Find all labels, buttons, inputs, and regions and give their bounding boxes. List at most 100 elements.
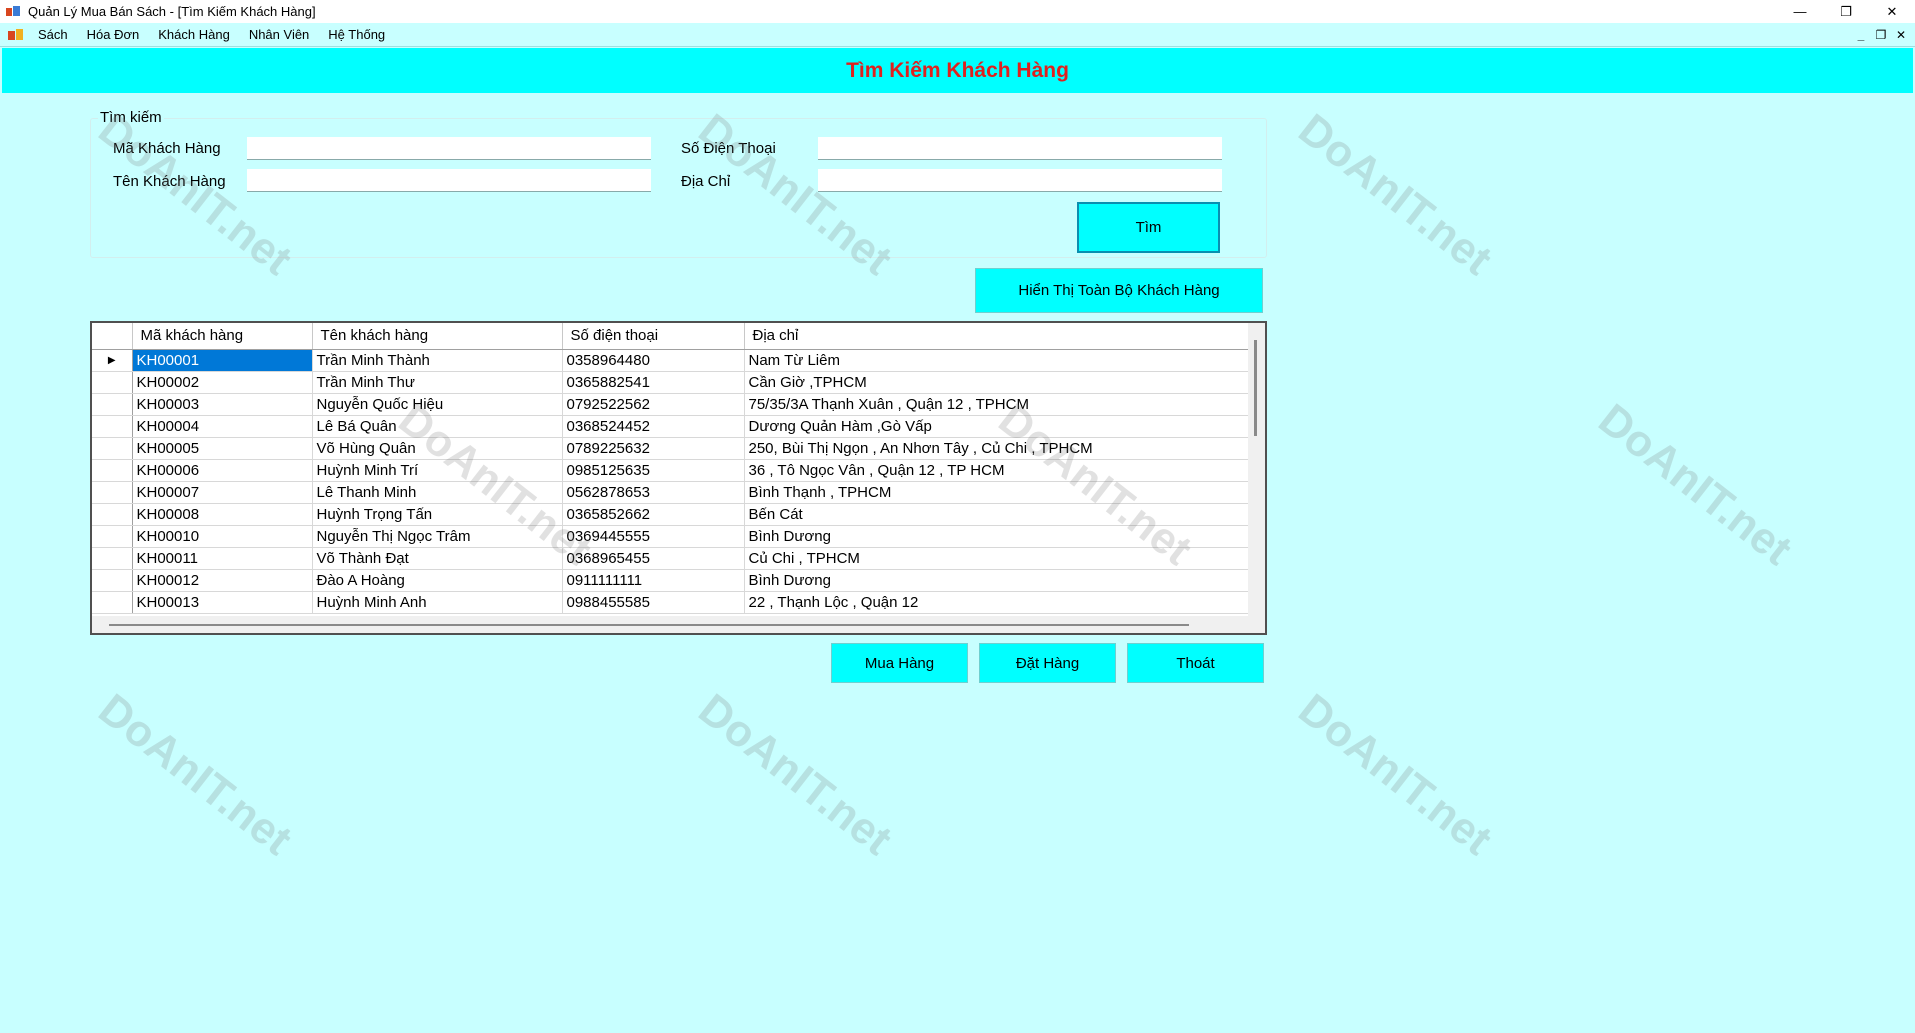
- menu-sach[interactable]: Sách: [38, 27, 68, 42]
- menu-he-thong[interactable]: Hệ Thống: [328, 27, 385, 42]
- vertical-scroll-thumb[interactable]: [1254, 340, 1257, 436]
- cell-sdt[interactable]: 0562878653: [562, 481, 745, 504]
- table-row[interactable]: KH00011 Võ Thành Đạt 0368965455 Củ Chi ,…: [92, 547, 1250, 570]
- column-header-sdt[interactable]: Số điện thoại: [562, 323, 745, 350]
- row-header[interactable]: [92, 591, 133, 614]
- cell-sdt[interactable]: 0369445555: [562, 525, 745, 548]
- cell-ma-kh[interactable]: KH00011: [132, 547, 313, 570]
- row-header[interactable]: [92, 481, 133, 504]
- cell-dia-chi[interactable]: 36 , Tô Ngọc Vân , Quận 12 , TP HCM: [744, 459, 1250, 482]
- cell-ma-kh[interactable]: KH00003: [132, 393, 313, 416]
- cell-sdt[interactable]: 0368524452: [562, 415, 745, 438]
- cell-dia-chi[interactable]: Dương Quản Hàm ,Gò Vấp: [744, 415, 1250, 438]
- thoat-button[interactable]: Thoát: [1127, 643, 1264, 683]
- cell-ten-kh[interactable]: Trần Minh Thành: [312, 349, 563, 372]
- table-row[interactable]: KH00012 Đào A Hoàng 0911111111 Bình Dươn…: [92, 569, 1250, 592]
- row-header[interactable]: [92, 525, 133, 548]
- customer-grid[interactable]: Mã khách hàng Tên khách hàng Số điện tho…: [90, 321, 1267, 635]
- row-header[interactable]: [92, 371, 133, 394]
- ten-khach-hang-input[interactable]: [247, 169, 651, 192]
- vertical-scrollbar[interactable]: [1248, 323, 1265, 618]
- cell-sdt[interactable]: 0988455585: [562, 591, 745, 614]
- cell-ma-kh[interactable]: KH00008: [132, 503, 313, 526]
- horizontal-scrollbar[interactable]: [92, 616, 1265, 633]
- cell-ten-kh[interactable]: Trần Minh Thư: [312, 371, 563, 394]
- cell-sdt[interactable]: 0789225632: [562, 437, 745, 460]
- cell-ten-kh[interactable]: Huỳnh Minh Anh: [312, 591, 563, 614]
- table-row[interactable]: KH00002 Trần Minh Thư 0365882541 Cần Giờ…: [92, 371, 1250, 394]
- table-row[interactable]: ▶ KH00001 Trần Minh Thành 0358964480 Nam…: [92, 349, 1250, 372]
- cell-ten-kh[interactable]: Lê Thanh Minh: [312, 481, 563, 504]
- cell-dia-chi[interactable]: Nam Từ Liêm: [744, 349, 1250, 372]
- row-header[interactable]: [92, 415, 133, 438]
- mdi-restore-button[interactable]: ❐: [1871, 28, 1891, 42]
- dat-hang-button[interactable]: Đặt Hàng: [979, 643, 1116, 683]
- cell-dia-chi[interactable]: Bình Dương: [744, 569, 1250, 592]
- cell-ten-kh[interactable]: Huỳnh Minh Trí: [312, 459, 563, 482]
- cell-ma-kh[interactable]: KH00002: [132, 371, 313, 394]
- cell-ma-kh[interactable]: KH00004: [132, 415, 313, 438]
- dia-chi-input[interactable]: [818, 169, 1222, 192]
- table-row[interactable]: KH00010 Nguyễn Thị Ngọc Trâm 0369445555 …: [92, 525, 1250, 548]
- cell-ma-kh[interactable]: KH00012: [132, 569, 313, 592]
- row-header[interactable]: [92, 503, 133, 526]
- cell-ma-kh[interactable]: KH00006: [132, 459, 313, 482]
- mdi-minimize-button[interactable]: _: [1851, 28, 1871, 42]
- cell-sdt[interactable]: 0365852662: [562, 503, 745, 526]
- cell-dia-chi[interactable]: Củ Chi , TPHCM: [744, 547, 1250, 570]
- table-row[interactable]: KH00003 Nguyễn Quốc Hiệu 0792522562 75/3…: [92, 393, 1250, 416]
- horizontal-scroll-thumb[interactable]: [109, 624, 1189, 626]
- cell-ma-kh[interactable]: KH00013: [132, 591, 313, 614]
- cell-dia-chi[interactable]: Bình Dương: [744, 525, 1250, 548]
- cell-dia-chi[interactable]: 250, Bùi Thị Ngọn , An Nhơn Tây , Củ Chi…: [744, 437, 1250, 460]
- table-row[interactable]: KH00008 Huỳnh Trọng Tấn 0365852662 Bến C…: [92, 503, 1250, 526]
- row-header[interactable]: [92, 459, 133, 482]
- table-row[interactable]: KH00006 Huỳnh Minh Trí 0985125635 36 , T…: [92, 459, 1250, 482]
- so-dien-thoai-input[interactable]: [818, 137, 1222, 160]
- mdi-close-button[interactable]: ✕: [1891, 28, 1911, 42]
- column-header-ten-kh[interactable]: Tên khách hàng: [312, 323, 563, 350]
- cell-sdt[interactable]: 0985125635: [562, 459, 745, 482]
- cell-sdt[interactable]: 0365882541: [562, 371, 745, 394]
- cell-dia-chi[interactable]: Cần Giờ ,TPHCM: [744, 371, 1250, 394]
- cell-ten-kh[interactable]: Lê Bá Quân: [312, 415, 563, 438]
- menu-khach-hang[interactable]: Khách Hàng: [158, 27, 230, 42]
- cell-ten-kh[interactable]: Nguyễn Quốc Hiệu: [312, 393, 563, 416]
- cell-ten-kh[interactable]: Nguyễn Thị Ngọc Trâm: [312, 525, 563, 548]
- cell-ma-kh[interactable]: KH00005: [132, 437, 313, 460]
- cell-ma-kh[interactable]: KH00007: [132, 481, 313, 504]
- cell-ten-kh[interactable]: Huỳnh Trọng Tấn: [312, 503, 563, 526]
- menu-hoa-don[interactable]: Hóa Đơn: [87, 27, 140, 42]
- cell-sdt[interactable]: 0792522562: [562, 393, 745, 416]
- column-header-dia-chi[interactable]: Địa chỉ: [744, 323, 1250, 350]
- column-header-ma-kh[interactable]: Mã khách hàng: [132, 323, 313, 350]
- mdi-child-icon[interactable]: [8, 28, 24, 42]
- table-row[interactable]: KH00013 Huỳnh Minh Anh 0988455585 22 , T…: [92, 591, 1250, 614]
- row-header[interactable]: [92, 437, 133, 460]
- cell-ma-kh[interactable]: KH00010: [132, 525, 313, 548]
- row-header[interactable]: [92, 547, 133, 570]
- cell-sdt[interactable]: 0358964480: [562, 349, 745, 372]
- close-button[interactable]: ✕: [1869, 0, 1915, 23]
- cell-sdt[interactable]: 0911111111: [562, 569, 745, 592]
- cell-ma-kh[interactable]: KH00001: [132, 349, 313, 372]
- current-row-indicator-icon[interactable]: ▶: [92, 349, 133, 372]
- mua-hang-button[interactable]: Mua Hàng: [831, 643, 968, 683]
- maximize-button[interactable]: ❐: [1823, 0, 1869, 23]
- cell-ten-kh[interactable]: Đào A Hoàng: [312, 569, 563, 592]
- tim-button[interactable]: Tìm: [1077, 202, 1220, 253]
- cell-sdt[interactable]: 0368965455: [562, 547, 745, 570]
- cell-dia-chi[interactable]: Bến Cát: [744, 503, 1250, 526]
- ma-khach-hang-input[interactable]: [247, 137, 651, 160]
- show-all-customers-button[interactable]: Hiển Thị Toàn Bộ Khách Hàng: [975, 268, 1263, 313]
- row-header[interactable]: [92, 569, 133, 592]
- cell-dia-chi[interactable]: Bình Thạnh , TPHCM: [744, 481, 1250, 504]
- table-row[interactable]: KH00005 Võ Hùng Quân 0789225632 250, Bùi…: [92, 437, 1250, 460]
- cell-ten-kh[interactable]: Võ Hùng Quân: [312, 437, 563, 460]
- cell-dia-chi[interactable]: 22 , Thạnh Lộc , Quận 12: [744, 591, 1250, 614]
- cell-dia-chi[interactable]: 75/35/3A Thạnh Xuân , Quận 12 , TPHCM: [744, 393, 1250, 416]
- row-header[interactable]: [92, 393, 133, 416]
- menu-nhan-vien[interactable]: Nhân Viên: [249, 27, 309, 42]
- table-row[interactable]: KH00007 Lê Thanh Minh 0562878653 Bình Th…: [92, 481, 1250, 504]
- cell-ten-kh[interactable]: Võ Thành Đạt: [312, 547, 563, 570]
